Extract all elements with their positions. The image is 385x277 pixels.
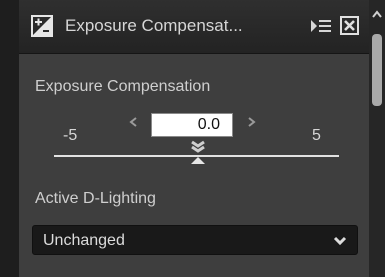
exposure-value-input[interactable] bbox=[151, 113, 233, 137]
active-d-lighting-label: Active D-Lighting bbox=[35, 190, 156, 207]
app-root: Exposure Compensat... Exposure Compensat… bbox=[0, 0, 385, 277]
dropdown-selected-value: Unchanged bbox=[43, 232, 125, 249]
decrease-arrow-icon[interactable] bbox=[127, 115, 139, 129]
exposure-slider-handle[interactable] bbox=[187, 140, 209, 170]
exposure-compensation-panel: Exposure Compensat... Exposure Compensat… bbox=[19, 0, 369, 277]
vertical-scrollbar[interactable] bbox=[369, 0, 385, 277]
panel-menu-icon[interactable] bbox=[309, 15, 333, 37]
exposure-compensation-label: Exposure Compensation bbox=[35, 78, 211, 95]
chevron-down-icon bbox=[333, 236, 347, 246]
scrollbar-thumb[interactable] bbox=[372, 34, 382, 106]
panel-titlebar[interactable]: Exposure Compensat... bbox=[19, 0, 369, 54]
slider-max-label: 5 bbox=[312, 127, 321, 144]
increase-arrow-icon[interactable] bbox=[246, 115, 258, 129]
exposure-compensation-icon bbox=[31, 15, 53, 37]
scroll-up-arrow-icon[interactable] bbox=[372, 10, 382, 18]
active-d-lighting-dropdown[interactable]: Unchanged bbox=[32, 225, 358, 255]
panel-title: Exposure Compensat... bbox=[65, 16, 243, 35]
slider-min-label: -5 bbox=[63, 127, 78, 144]
close-icon[interactable] bbox=[340, 16, 359, 35]
